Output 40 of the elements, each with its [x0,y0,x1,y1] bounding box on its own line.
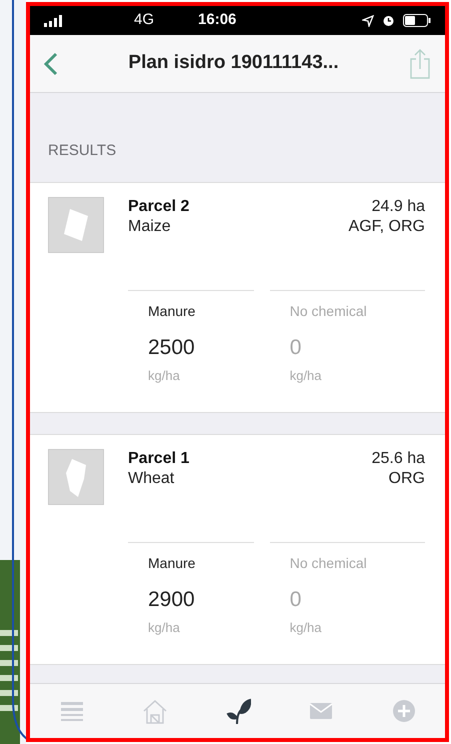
certification-tags: AGF, ORG [348,217,425,237]
measure-unit: kg/ha [148,618,181,637]
measure-label: No chemical [290,302,368,321]
parcel-area: 24.9 ha [348,197,425,217]
measure-unit: kg/ha [290,618,323,637]
parcel-name: Parcel 1 [128,449,190,469]
measure-unit: kg/ha [148,366,181,385]
tab-button[interactable] [224,698,250,724]
back-icon [44,52,58,76]
share-button[interactable] [409,48,431,78]
back-button[interactable] [44,52,58,76]
measure-value: 0 [290,335,302,361]
leaf-icon [224,698,250,724]
measure-value: 2500 [148,335,196,361]
parcel-card[interactable]: Parcel 2 Maize 24.9 ha AGF, ORG Manure 2500 kg/ha No chemical 0 kg/ha [30,182,445,413]
parcel-name: Parcel 2 [128,197,190,217]
certification-tags: ORG [372,469,425,489]
network-label: 4G [134,10,154,30]
parcel-shape-icon [48,449,104,505]
location-icon [362,14,374,26]
section-header: RESULTS [48,140,116,160]
parcel-card[interactable]: Parcel 1 Wheat 25.6 ha ORG Manure 2900 kg/ha No chemical 0 kg/ha [30,434,445,665]
barn-icon [142,698,168,724]
parcel-area: 25.6 ha [372,449,425,469]
crop-name: Wheat [128,469,176,489]
share-icon [409,48,431,78]
signal-icon [44,14,64,26]
measure-unit: kg/ha [290,366,323,385]
measure-value: 0 [290,587,302,613]
measure-value: 2900 [148,587,196,613]
page-title: Plan isidro 190111143... [127,51,340,76]
add-icon [390,698,416,724]
parcel-shape-icon [48,197,104,253]
battery-icon [403,14,431,27]
crop-name: Maize [128,217,172,237]
measure-label: No chemical [290,554,368,573]
measure-label: Manure [148,554,196,573]
measure-label: Manure [148,302,196,321]
alarm-icon [382,14,395,27]
clock-time: 16:06 [198,10,236,30]
